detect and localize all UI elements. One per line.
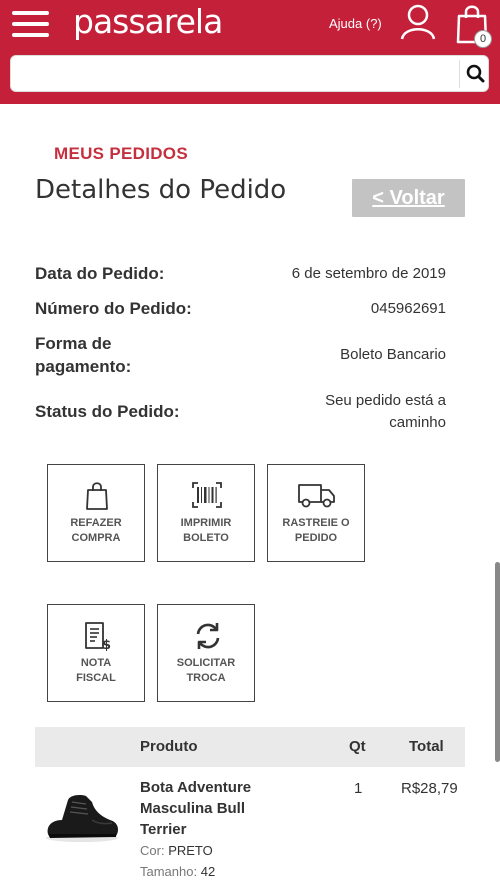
reorder-button[interactable]: REFAZER COMPRA	[47, 464, 145, 562]
search-icon[interactable]	[462, 56, 489, 91]
search-input[interactable]	[21, 56, 441, 91]
print-boleto-label-line2: BOLETO	[183, 532, 229, 544]
payment-label-line1: Forma de	[35, 334, 112, 353]
order-status-line2: caminho	[389, 414, 446, 431]
truck-icon	[298, 484, 335, 508]
cart-count-badge: 0	[474, 30, 492, 48]
payment-value: Boleto Bancario	[340, 346, 446, 363]
column-header-qty: Qt	[349, 738, 366, 755]
payment-label-line2: pagamento:	[35, 357, 132, 376]
reorder-label-line1: REFAZER	[70, 517, 122, 529]
section-label: MEUS PEDIDOS	[54, 144, 188, 163]
search-divider	[459, 60, 460, 88]
product-size-label: Tamanho:	[140, 864, 198, 879]
back-button[interactable]: < Voltar	[352, 179, 465, 217]
payment-label: Forma de pagamento:	[35, 332, 131, 378]
order-status-label: Status do Pedido:	[35, 402, 180, 421]
top-header: passarela Ajuda (?) 0	[0, 0, 500, 104]
order-date-label: Data do Pedido:	[35, 264, 165, 283]
column-header-product: Produto	[140, 738, 198, 755]
product-color-label: Cor:	[140, 843, 165, 858]
request-exchange-label-line1: SOLICITAR	[176, 657, 236, 669]
product-name[interactable]: Bota Adventure Masculina Bull Terrier	[140, 777, 280, 840]
product-size: Tamanho: 42	[140, 864, 215, 879]
help-link[interactable]: Ajuda (?)	[329, 16, 382, 31]
products-table-header: Produto Qt Total	[35, 727, 465, 767]
request-exchange-button[interactable]: SOLICITAR TROCA	[157, 604, 255, 702]
column-header-total: Total	[409, 738, 444, 755]
page-title: Detalhes do Pedido	[35, 175, 287, 205]
track-order-button[interactable]: RASTREIE O PEDIDO	[267, 464, 365, 562]
track-order-label-line1: RASTREIE O	[282, 517, 350, 529]
product-qty: 1	[354, 780, 363, 797]
product-image[interactable]	[42, 790, 122, 844]
reorder-label-line2: COMPRA	[71, 532, 121, 544]
menu-icon[interactable]	[12, 11, 49, 37]
print-boleto-label-line1: IMPRIMIR	[180, 517, 232, 529]
user-icon[interactable]	[400, 4, 436, 40]
track-order-label-line2: PEDIDO	[294, 532, 338, 544]
invoice-label-line1: NOTA	[80, 657, 112, 669]
exchange-icon	[196, 623, 220, 649]
order-number-value: 045962691	[370, 300, 446, 317]
scrollbar[interactable]	[495, 562, 500, 762]
product-color-value: PRETO	[168, 843, 213, 858]
search-bar	[10, 55, 489, 92]
invoice-label-line2: FISCAL	[76, 672, 116, 684]
order-status-line1: Seu pedido está a	[325, 392, 446, 409]
invoice-button[interactable]: $ NOTA FISCAL	[47, 604, 145, 702]
request-exchange-label-line2: TROCA	[186, 672, 226, 684]
product-size-value: 42	[200, 864, 216, 879]
barcode-icon	[192, 482, 222, 508]
order-status-value: Seu pedido está a caminho	[325, 390, 446, 434]
invoice-icon: $	[85, 622, 111, 651]
order-number-label: Número do Pedido:	[35, 299, 192, 318]
shopping-bag-icon	[86, 482, 108, 510]
logo[interactable]: passarela	[73, 2, 223, 41]
product-color: Cor: PRETO	[140, 843, 213, 858]
print-boleto-button[interactable]: IMPRIMIR BOLETO	[157, 464, 255, 562]
product-total: R$28,79	[401, 780, 458, 797]
svg-text:$: $	[102, 638, 111, 651]
order-date-value: 6 de setembro de 2019	[291, 265, 446, 282]
